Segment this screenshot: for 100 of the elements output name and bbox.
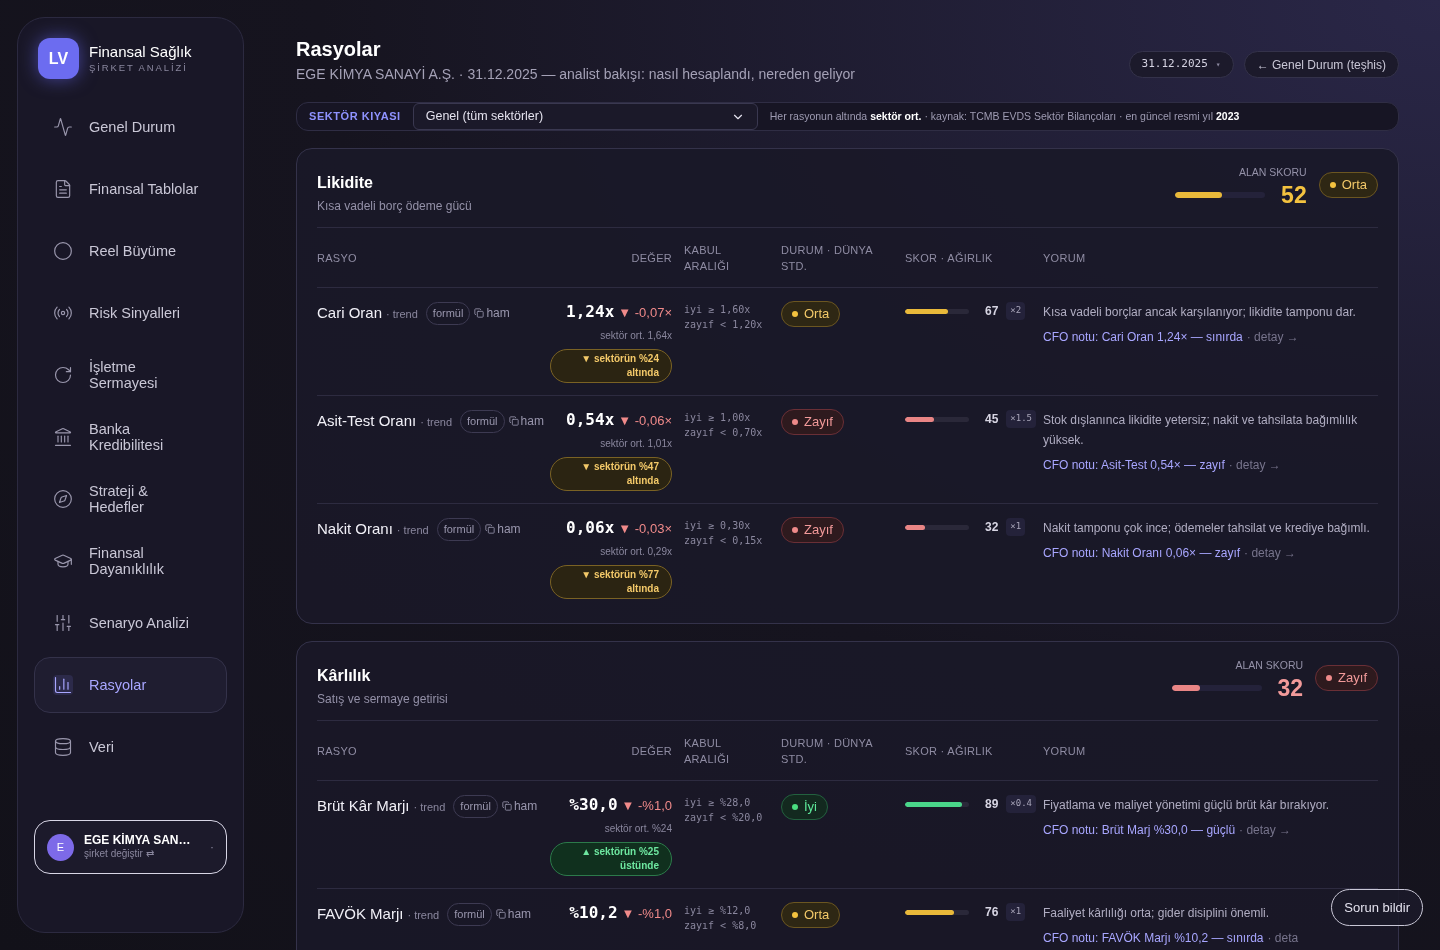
company-avatar: E — [47, 833, 74, 861]
database-icon — [53, 737, 73, 757]
column-header: KABUL ARALIĞI — [684, 735, 731, 767]
ratio-name: Nakit Oranı — [317, 519, 393, 539]
raw-data-button[interactable]: ham — [485, 520, 521, 538]
copy-icon — [508, 416, 519, 426]
column-header: DEĞER — [630, 250, 673, 266]
sector-average: sektör ort. %24 — [604, 822, 672, 836]
page-subtitle: EGE KİMYA SANAYİ A.Ş. · 31.12.2025 — analist bakışı: nasıl hesaplandı, nereden geliyor — [296, 65, 855, 84]
comment-text: Faaliyet kârlılığı orta; gider disiplini önemli. — [1043, 905, 1270, 922]
trend-link[interactable]: · trend — [413, 799, 446, 816]
good-threshold: iyi ≥ 1,00x — [684, 411, 752, 425]
ratio-value: 0,54x — [566, 409, 615, 431]
brand-title: Finansal Sağlık — [89, 43, 192, 62]
trend-link[interactable]: · trend — [407, 907, 440, 924]
raw-data-button[interactable]: ham — [508, 412, 544, 430]
brand-subtitle: ŞİRKET ANALİZİ — [89, 61, 189, 74]
document-icon — [53, 179, 73, 199]
cfo-note-link[interactable]: CFO notu: Asit-Test 0,54× — zayıf — [1043, 456, 1225, 474]
nav-item[interactable]: Reel Büyüme — [34, 223, 227, 279]
nav-item[interactable]: Rasyolar — [34, 657, 227, 713]
weight-badge: ×1.5 — [1006, 410, 1037, 428]
column-header: RASYO — [317, 250, 358, 266]
report-issue-button[interactable]: Sorun bildir — [1331, 889, 1423, 926]
sector-comparison-badge: ▲ sektörün %25 üstünde — [550, 842, 672, 876]
section-title: Kârlılık — [317, 666, 372, 686]
raw-data-button[interactable]: ham — [495, 905, 532, 923]
sector-select[interactable]: Genel (tüm sektörler) — [412, 103, 758, 130]
delta-value: ▼ -0,07× — [618, 304, 672, 322]
trend-link[interactable]: · trend — [420, 414, 452, 431]
column-header: RASYO — [317, 743, 358, 759]
raw-data-button[interactable]: ham — [474, 304, 510, 322]
column-header: SKOR · AĞIRLIK — [905, 743, 994, 759]
detail-link[interactable]: · detay → — [1228, 456, 1281, 474]
status-badge: Orta — [1318, 172, 1378, 198]
cfo-note-link[interactable]: CFO notu: Cari Oran 1,24× — sınırda — [1043, 328, 1243, 346]
sliders-icon — [53, 613, 73, 633]
copy-icon — [474, 308, 485, 318]
comment-text: Kısa vadeli borçlar ancak karşılanıyor; likidite tamponu dar. — [1043, 304, 1356, 321]
sector-average: sektör ort. 1,01x — [600, 437, 672, 451]
sector-average: sektör ort. 0,29x — [600, 545, 672, 559]
switch-company-link[interactable]: şirket değiştir ⇄ — [84, 848, 200, 861]
date-selector[interactable]: 31.12.2025 ▾ — [1128, 51, 1234, 78]
delta-value: ▼ -0,03× — [618, 520, 672, 538]
column-header: DEĞER — [630, 743, 673, 759]
status-badge: İyi — [781, 794, 828, 820]
section-subtitle: Satış ve sermaye getirisi — [317, 691, 448, 708]
detail-link[interactable]: · detay → — [1239, 821, 1292, 839]
cfo-note-link[interactable]: CFO notu: FAVÖK Marjı %10,2 — sınırda — [1043, 929, 1264, 947]
delta-value: ▼ -%1,0 — [621, 905, 672, 923]
detail-link[interactable]: · detay → — [1244, 544, 1297, 562]
nav-item[interactable]: Finansal Tablolar — [34, 161, 227, 217]
column-header: DURUM · DÜNYA STD. — [781, 242, 874, 274]
back-link[interactable]: ← Genel Durum (teşhis) — [1243, 51, 1399, 78]
nav-item[interactable]: Strateji & Hedefler — [34, 471, 227, 527]
trend-link[interactable]: · trend — [386, 306, 418, 323]
column-header: YORUM — [1043, 250, 1087, 266]
circle-icon — [53, 241, 73, 261]
nav-item[interactable]: Risk Sinyalleri — [34, 285, 227, 341]
comment-text: Nakit tamponu çok ince; ödemeler tahsilat ve krediye bağımlı. — [1043, 520, 1370, 537]
activity-icon — [53, 117, 73, 137]
comment-text: Stok dışlanınca likidite yetersiz; nakit ve tahsilata bağımlılık yüksek. — [1043, 412, 1359, 449]
company-switcher[interactable]: E EGE KİMYA SAN… şirket değiştir ⇄ · — [34, 820, 227, 874]
weight-badge: ×1 — [1006, 903, 1026, 921]
score-value: 89 — [985, 796, 999, 813]
nav-item[interactable]: İşletme Sermayesi — [34, 347, 227, 403]
company-name: EGE KİMYA SAN… — [84, 833, 192, 849]
nav-item[interactable]: Senaryo Analizi — [34, 595, 227, 651]
nav-item[interactable]: Genel Durum — [34, 99, 227, 155]
trend-link[interactable]: · trend — [396, 522, 429, 539]
area-score-label: ALAN SKORU — [1239, 165, 1307, 180]
detail-link[interactable]: · deta — [1267, 929, 1299, 947]
weak-threshold: zayıf < %20,0 — [684, 811, 764, 825]
status-badge: Orta — [781, 301, 841, 327]
ratio-value: %30,0 — [569, 794, 618, 816]
score-bar — [905, 909, 969, 915]
nav-item[interactable]: Finansal Dayanıklılık — [34, 533, 227, 589]
detail-link[interactable]: · detay → — [1246, 328, 1299, 346]
raw-data-button[interactable]: ham — [501, 797, 538, 815]
score-bar — [905, 801, 969, 807]
filter-note: Her rasyonun altında sektör ort. · kaynak: TCMB EVDS Sektör Bilançoları · en güncel resmi yıl 2023 — [769, 108, 1240, 124]
score-bar — [905, 416, 969, 422]
nav-item[interactable]: Banka Kredibilitesi — [34, 409, 227, 465]
nav-item[interactable]: Veri — [34, 719, 227, 775]
refresh-icon — [53, 365, 73, 385]
column-header: KABUL ARALIĞI — [684, 242, 731, 274]
cfo-note-link[interactable]: CFO notu: Nakit Oranı 0,06× — zayıf — [1043, 544, 1241, 562]
compass-icon — [53, 489, 73, 509]
ratio-name: FAVÖK Marjı — [317, 904, 404, 924]
sector-comparison-badge: ▼ sektörün %77 altında — [550, 565, 672, 599]
column-header: DURUM · DÜNYA STD. — [781, 735, 874, 767]
area-score-value: 32 — [1277, 673, 1304, 702]
bar-chart-icon — [53, 675, 73, 695]
ratio-name: Cari Oran — [317, 303, 383, 323]
column-header: SKOR · AĞIRLIK — [905, 250, 994, 266]
status-badge: Zayıf — [781, 409, 844, 435]
copy-icon — [495, 909, 506, 919]
score-value: 32 — [985, 519, 999, 536]
area-score-value: 52 — [1281, 180, 1307, 209]
cfo-note-link[interactable]: CFO notu: Brüt Marj %30,0 — güçlü — [1043, 821, 1236, 839]
